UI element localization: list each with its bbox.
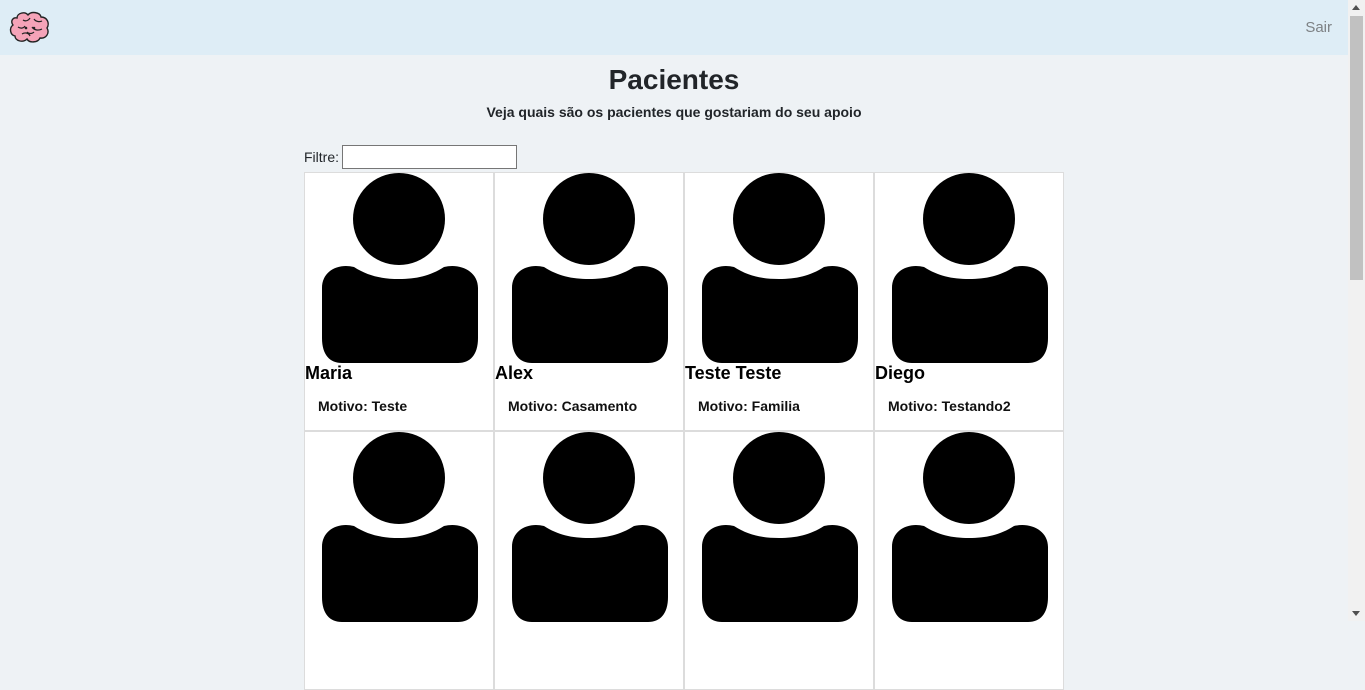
scrollbar[interactable] xyxy=(1348,0,1365,621)
patient-name: Teste Teste xyxy=(685,363,782,383)
user-avatar-icon xyxy=(322,173,478,363)
user-avatar-icon xyxy=(322,432,478,622)
patient-reason: Motivo: Familia xyxy=(698,398,800,414)
logout-link[interactable]: Sair xyxy=(1305,19,1332,36)
scroll-thumb[interactable] xyxy=(1350,16,1363,280)
patient-reason: Motivo: Teste xyxy=(318,398,408,414)
user-avatar-icon xyxy=(892,432,1048,622)
patient-card[interactable]: Teste Teste Motivo: Familia xyxy=(684,172,874,431)
patient-card[interactable] xyxy=(684,431,874,690)
user-avatar-icon xyxy=(892,173,1048,363)
page-subtitle: Veja quais são os pacientes que gostaria… xyxy=(486,104,862,120)
patient-name: Maria xyxy=(305,363,353,383)
scroll-up-arrow-icon[interactable] xyxy=(1352,5,1360,10)
patient-reason: Motivo: Casamento xyxy=(508,398,638,414)
brain-icon[interactable] xyxy=(9,10,51,44)
navbar: Sair xyxy=(0,0,1348,55)
patient-grid: Maria Motivo: Teste Alex Motivo: Casamen… xyxy=(304,172,1064,690)
patient-card[interactable]: Alex Motivo: Casamento xyxy=(494,172,684,431)
user-avatar-icon xyxy=(702,173,858,363)
filter-input[interactable] xyxy=(342,145,517,169)
user-avatar-icon xyxy=(702,432,858,622)
patient-name: Diego xyxy=(875,363,926,383)
patient-card[interactable] xyxy=(874,431,1064,690)
patient-reason: Motivo: Testando2 xyxy=(888,398,1011,414)
patient-card[interactable]: Diego Motivo: Testando2 xyxy=(874,172,1064,431)
patient-name: Alex xyxy=(495,363,534,383)
filter-label: Filtre: xyxy=(304,149,339,165)
user-avatar-icon xyxy=(512,432,668,622)
page-title: Pacientes xyxy=(608,64,740,95)
user-avatar-icon xyxy=(512,173,668,363)
patient-card[interactable] xyxy=(494,431,684,690)
scroll-down-arrow-icon[interactable] xyxy=(1352,611,1360,616)
patient-card[interactable]: Maria Motivo: Teste xyxy=(304,172,494,431)
patient-card[interactable] xyxy=(304,431,494,690)
